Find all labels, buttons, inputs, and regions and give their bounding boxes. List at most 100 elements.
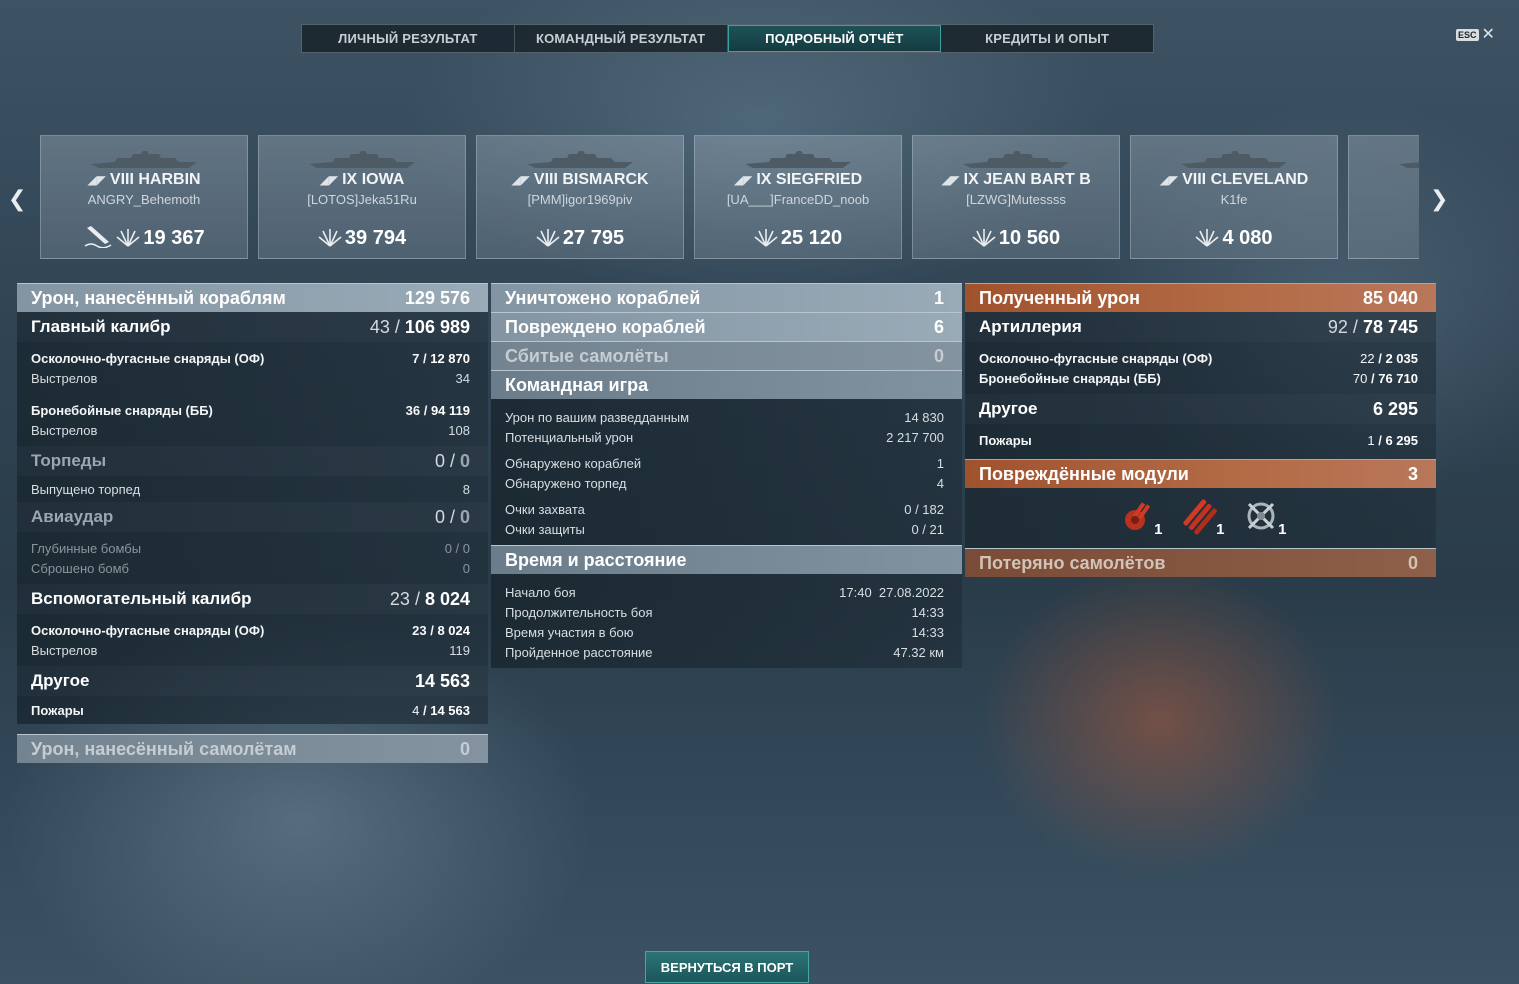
ship-card[interactable]: ◢◤ VIII HARBIN ANGRY_Behemoth 19 367 [40, 135, 248, 259]
ship-card[interactable]: ◢◤ IX IOWA [LOTOS]Jeka51Ru 39 794 [258, 135, 466, 259]
ship-card[interactable]: [C [1348, 135, 1419, 259]
ship-class-icon: ◢◤ [319, 173, 339, 187]
ap-damage: 94 119 [430, 402, 470, 418]
damage-burst-icon [972, 227, 999, 249]
esc-key-label: ESC [1456, 29, 1479, 41]
modules-value: 3 [1407, 463, 1418, 484]
fires-hits: 4 [412, 702, 420, 718]
sec-he-damage: 8 024 [437, 622, 470, 638]
secondary-value: 8 024 [424, 588, 470, 609]
ship-tier: VIII [1182, 171, 1207, 188]
capture-points-value: 0 / 182 [904, 501, 944, 517]
planes-shot-header: Сбитые самолёты 0 [491, 341, 962, 370]
ap-shots-label: Выстрелов [31, 422, 98, 438]
main-caliber-value: 106 989 [404, 316, 470, 337]
destroyed-value: 1 [933, 287, 944, 308]
player-name: ANGRY_Behemoth [87, 192, 201, 207]
player-name: K1fe [1220, 192, 1248, 207]
ship-card[interactable]: ◢◤ VIII CLEVELAND K1fe 4 080 [1130, 135, 1338, 259]
received-other-value: 6 295 [1372, 398, 1418, 419]
defense-points-value: 0 / 21 [911, 521, 944, 537]
player-name: [LOTOS]Jeka51Ru [307, 192, 417, 207]
airstrike-row: Авиаудар 0 / 0 [17, 502, 488, 532]
ship-name: ◢◤ VIII BISMARCK [477, 171, 683, 189]
time-distance-label: Время и расстояние [505, 549, 687, 570]
torps-launched-row: Выпущено торпед 8 [17, 479, 488, 499]
ship-name: ◢◤ VIII HARBIN [41, 171, 247, 189]
planes-lost-value: 0 [1407, 552, 1418, 573]
player-name: [LZWG]Mutessss [966, 192, 1066, 207]
battle-duration-label: Продолжительность боя [505, 604, 653, 620]
torps-launched-value: 8 [462, 481, 470, 497]
return-to-port-button[interactable]: ВЕРНУТЬСЯ В ПОРТ [645, 951, 809, 983]
received-he-label: Осколочно-фугасные снаряды (ОФ) [979, 350, 1213, 366]
ship-tier: IX [963, 171, 979, 188]
close-button[interactable]: ESC ✕ [1456, 27, 1495, 43]
ship-damage-value: 4 080 [1222, 227, 1273, 249]
player-name: [C [1349, 192, 1419, 207]
tab-detailed-report[interactable]: ПОДРОБНЫЙ ОТЧЁТ [727, 25, 942, 52]
ships-spotted-row: Обнаружено кораблей 1 [491, 453, 962, 473]
sec-shots-label: Выстрелов [31, 642, 98, 658]
he-shells-label: Осколочно-фугасные снаряды (ОФ) [31, 350, 265, 366]
ship-sunk-icon [83, 226, 116, 249]
received-other-label: Другое [979, 399, 1038, 418]
ship-name: ◢◤ IX JEAN BART B [913, 171, 1119, 189]
received-other-details: Пожары 1 / 6 295 [965, 424, 1436, 459]
damaged-ships-carousel: ◢◤ VIII HARBIN ANGRY_Behemoth 19 367 ◢◤ IX IO… [40, 135, 1419, 259]
planes-shot-value: 0 [933, 345, 944, 366]
tab-credits-xp[interactable]: КРЕДИТЫ И ОПЫТ [941, 25, 1153, 52]
ship-class-icon: ◢◤ [87, 173, 106, 187]
ship-damage: 10 560 [913, 226, 1119, 250]
module-torpedo-tubes: 1 [1179, 496, 1225, 540]
battle-duration-row: Продолжительность боя 14:33 [491, 602, 962, 622]
carousel-next-button[interactable]: ❯ [1430, 186, 1448, 212]
ship-card[interactable]: ◢◤ IX JEAN BART B [LZWG]Mutessss 10 560 [912, 135, 1120, 259]
spotting-damage-row: Урон по вашим разведданным 14 830 [491, 407, 962, 427]
ship-tier: VIII [109, 171, 134, 188]
sec-he-hits: 23 [412, 622, 427, 638]
tab-team-result[interactable]: КОМАНДНЫЙ РЕЗУЛЬТАТ [515, 25, 728, 52]
steering-gear-icon [1247, 502, 1274, 530]
tab-personal-result[interactable]: ЛИЧНЫЙ РЕЗУЛЬТАТ [302, 25, 515, 52]
carousel-prev-button[interactable]: ❮ [8, 186, 26, 212]
module-turret-count: 1 [1154, 521, 1163, 538]
torpedoes-hits: 0 [434, 450, 445, 471]
damaged-modules-list: 1 1 1 [965, 488, 1436, 548]
time-distance-header: Время и расстояние [491, 545, 962, 574]
participation-value: 14:33 [911, 624, 944, 640]
ship-name: ◢◤ VIII CLEVELAND [1131, 171, 1337, 189]
planes-lost-header: Потеряно самолётов 0 [965, 548, 1436, 577]
ship-damage [1349, 226, 1419, 250]
planes-lost-label: Потеряно самолётов [979, 552, 1166, 573]
sec-shots-value: 119 [449, 642, 470, 658]
turret-icon [1124, 502, 1150, 530]
ship-tier: IX [342, 171, 358, 188]
torps-launched-label: Выпущено торпед [31, 481, 141, 497]
torps-spotted-label: Обнаружено торпед [505, 475, 627, 491]
ship-title: CLEVELAND [1210, 171, 1309, 188]
achievements-panel: Уничтожено кораблей 1 Повреждено корабле… [491, 283, 962, 668]
ship-tier: IX [756, 171, 772, 188]
ap-shells-row: Бронебойные снаряды (ББ) 36 / 94 119 [31, 402, 470, 418]
spotting-damage-value: 14 830 [904, 409, 944, 425]
received-value: 85 040 [1362, 287, 1418, 308]
received-fires-label: Пожары [979, 432, 1032, 448]
ship-class-icon: ◢◤ [941, 173, 960, 187]
secondary-hits: 23 [389, 588, 410, 609]
player-name: [PMM]igor1969piv [527, 192, 633, 207]
ship-damage: 25 120 [695, 226, 901, 250]
depth-charges-hits: 0 [444, 540, 452, 556]
received-ap-damage: 76 710 [1378, 370, 1418, 386]
damaged-header: Повреждено кораблей 6 [491, 312, 962, 341]
battle-start-label: Начало боя [505, 584, 576, 600]
sec-he-row: Осколочно-фугасные снаряды (ОФ) 23 / 8 0… [31, 622, 470, 638]
damaged-value: 6 [933, 316, 944, 337]
fires-damage: 14 563 [430, 702, 470, 718]
ship-card[interactable]: ◢◤ IX SIEGFRIED [UA___]FranceDD_noob 25 120 [694, 135, 902, 259]
ship-card[interactable]: ◢◤ VIII BISMARCK [PMM]igor1969piv 27 795 [476, 135, 684, 259]
main-caliber-hits: 43 [369, 316, 390, 337]
ap-shots-row: Выстрелов 108 [17, 420, 488, 440]
ship-damage: 27 795 [477, 226, 683, 250]
potential-damage-row: Потенциальный урон 2 217 700 [491, 427, 962, 447]
